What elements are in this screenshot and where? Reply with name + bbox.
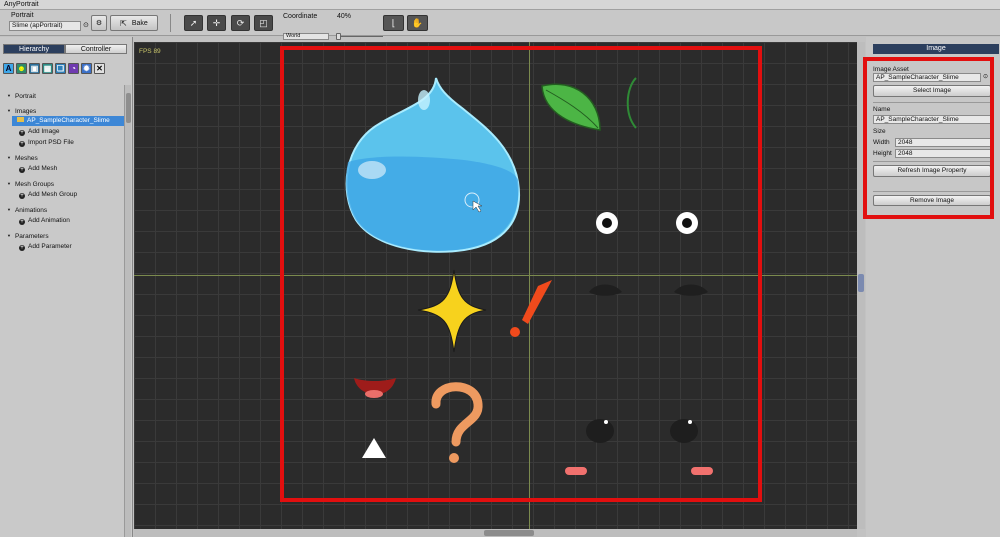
horizontal-scrollbar-thumb[interactable]	[484, 530, 534, 536]
add-parameter-button[interactable]: + Add Parameter	[19, 243, 72, 251]
bone-icon: ⌊	[391, 17, 396, 28]
import-psd-label: Import PSD File	[28, 139, 74, 146]
zoom-slider[interactable]	[337, 36, 383, 37]
import-psd-button[interactable]: + Import PSD File	[19, 139, 74, 147]
add-image-label: Add Image	[28, 128, 60, 135]
window-title: AnyPortrait	[0, 0, 1000, 10]
gear-icon[interactable]: ✹	[81, 63, 92, 74]
bake-label: Bake	[131, 19, 148, 27]
tree-header-images[interactable]: Images	[7, 108, 36, 115]
canvas-viewport[interactable]: FPS 89	[134, 42, 857, 529]
image-file-icon	[17, 117, 24, 122]
tree-header-portrait[interactable]: Portrait	[7, 93, 36, 100]
plus-icon: +	[19, 130, 25, 136]
left-panel: Hierarchy Controller A ☻ ▣ ▦ ❏ ◔ ✹ ✕ Por…	[0, 37, 133, 537]
scale-icon: ◰	[259, 17, 268, 28]
tree-header-parameters[interactable]: Parameters	[7, 233, 49, 240]
left-tabs: Hierarchy Controller	[3, 44, 127, 54]
add-animation-label: Add Animation	[28, 217, 70, 224]
scale-tool-button[interactable]: ◰	[254, 15, 273, 31]
bake-icon: ⇱	[120, 18, 127, 28]
hierarchy-filter-icons: A ☻ ▣ ▦ ❏ ◔ ✹ ✕	[3, 63, 105, 74]
add-mesh-label: Add Mesh	[28, 165, 58, 172]
toolbar: Portrait Slime (apPortrait) ⊙ ⚙ ⇱ Bake ➚…	[0, 10, 1000, 40]
add-mesh-button[interactable]: + Add Mesh	[19, 165, 57, 173]
move-tool-button[interactable]: ✛	[207, 15, 226, 31]
tree-header-meshes[interactable]: Meshes	[7, 155, 38, 162]
plus-icon: +	[19, 141, 25, 147]
text-icon[interactable]: A	[3, 63, 14, 74]
cursor-icon: ➚	[189, 17, 198, 28]
add-mesh-group-button[interactable]: + Add Mesh Group	[19, 191, 77, 199]
inspector-header: Image	[873, 44, 999, 54]
rotate-tool-button[interactable]: ⟳	[231, 15, 250, 31]
close-icon[interactable]: ✕	[94, 63, 105, 74]
zoom-label: 40%	[337, 13, 352, 20]
mesh-visibility-button[interactable]: ✋	[407, 15, 428, 31]
viewport-horizontal-scrollbar[interactable]	[134, 529, 857, 537]
tree-item-image-label: AP_SampleCharacter_Slime	[27, 117, 110, 124]
left-scrollbar-thumb[interactable]	[126, 93, 131, 123]
vertical-scrollbar-thumb[interactable]	[858, 274, 864, 292]
tree-header-mesh-groups[interactable]: Mesh Groups	[7, 181, 54, 188]
settings-button[interactable]: ⚙	[91, 15, 107, 31]
plus-icon: +	[19, 219, 25, 225]
bake-button[interactable]: ⇱ Bake	[110, 15, 158, 31]
gear-icon: ⚙	[95, 20, 103, 27]
move-icon: ✛	[212, 17, 221, 28]
portrait-label: Portrait	[11, 12, 34, 19]
toolbar-divider	[170, 14, 171, 32]
highlight-frame-inspector	[863, 57, 994, 219]
object-picker-icon[interactable]: ⊙	[83, 21, 89, 29]
add-animation-button[interactable]: + Add Animation	[19, 217, 70, 225]
coordinate-value: World	[286, 33, 301, 39]
rotate-icon: ⟳	[236, 17, 245, 28]
add-parameter-label: Add Parameter	[28, 243, 72, 250]
plus-icon: +	[19, 167, 25, 173]
zoom-slider-handle[interactable]	[336, 33, 341, 40]
left-scrollbar[interactable]	[124, 85, 131, 537]
plus-icon: +	[19, 245, 25, 251]
add-image-button[interactable]: + Add Image	[19, 128, 59, 136]
coordinate-select[interactable]: World	[283, 33, 329, 40]
tab-hierarchy[interactable]: Hierarchy	[3, 44, 65, 54]
coordinate-label: Coordinate	[283, 13, 318, 20]
inspector-panel: Image Image Asset AP_SampleCharacter_Sli…	[863, 37, 1000, 537]
tab-controller[interactable]: Controller	[65, 44, 127, 54]
plus-icon: +	[19, 193, 25, 199]
bone-visibility-button[interactable]: ⌊	[383, 15, 404, 31]
face-icon[interactable]: ☻	[16, 63, 27, 74]
portrait-value: Slime (apPortrait)	[12, 22, 63, 29]
tree-item-image[interactable]: AP_SampleCharacter_Slime	[12, 116, 124, 126]
select-tool-button[interactable]: ➚	[184, 15, 203, 31]
add-mesh-group-label: Add Mesh Group	[28, 191, 78, 198]
image-icon[interactable]: ▣	[29, 63, 40, 74]
tree-header-animations[interactable]: Animations	[7, 207, 47, 214]
mesh-icon[interactable]: ▦	[42, 63, 53, 74]
hand-icon: ✋	[411, 17, 424, 28]
portrait-field[interactable]: Slime (apPortrait)	[9, 21, 81, 31]
stack-icon[interactable]: ❏	[55, 63, 66, 74]
highlight-frame-image	[280, 46, 762, 502]
clock-icon[interactable]: ◔	[68, 63, 79, 74]
